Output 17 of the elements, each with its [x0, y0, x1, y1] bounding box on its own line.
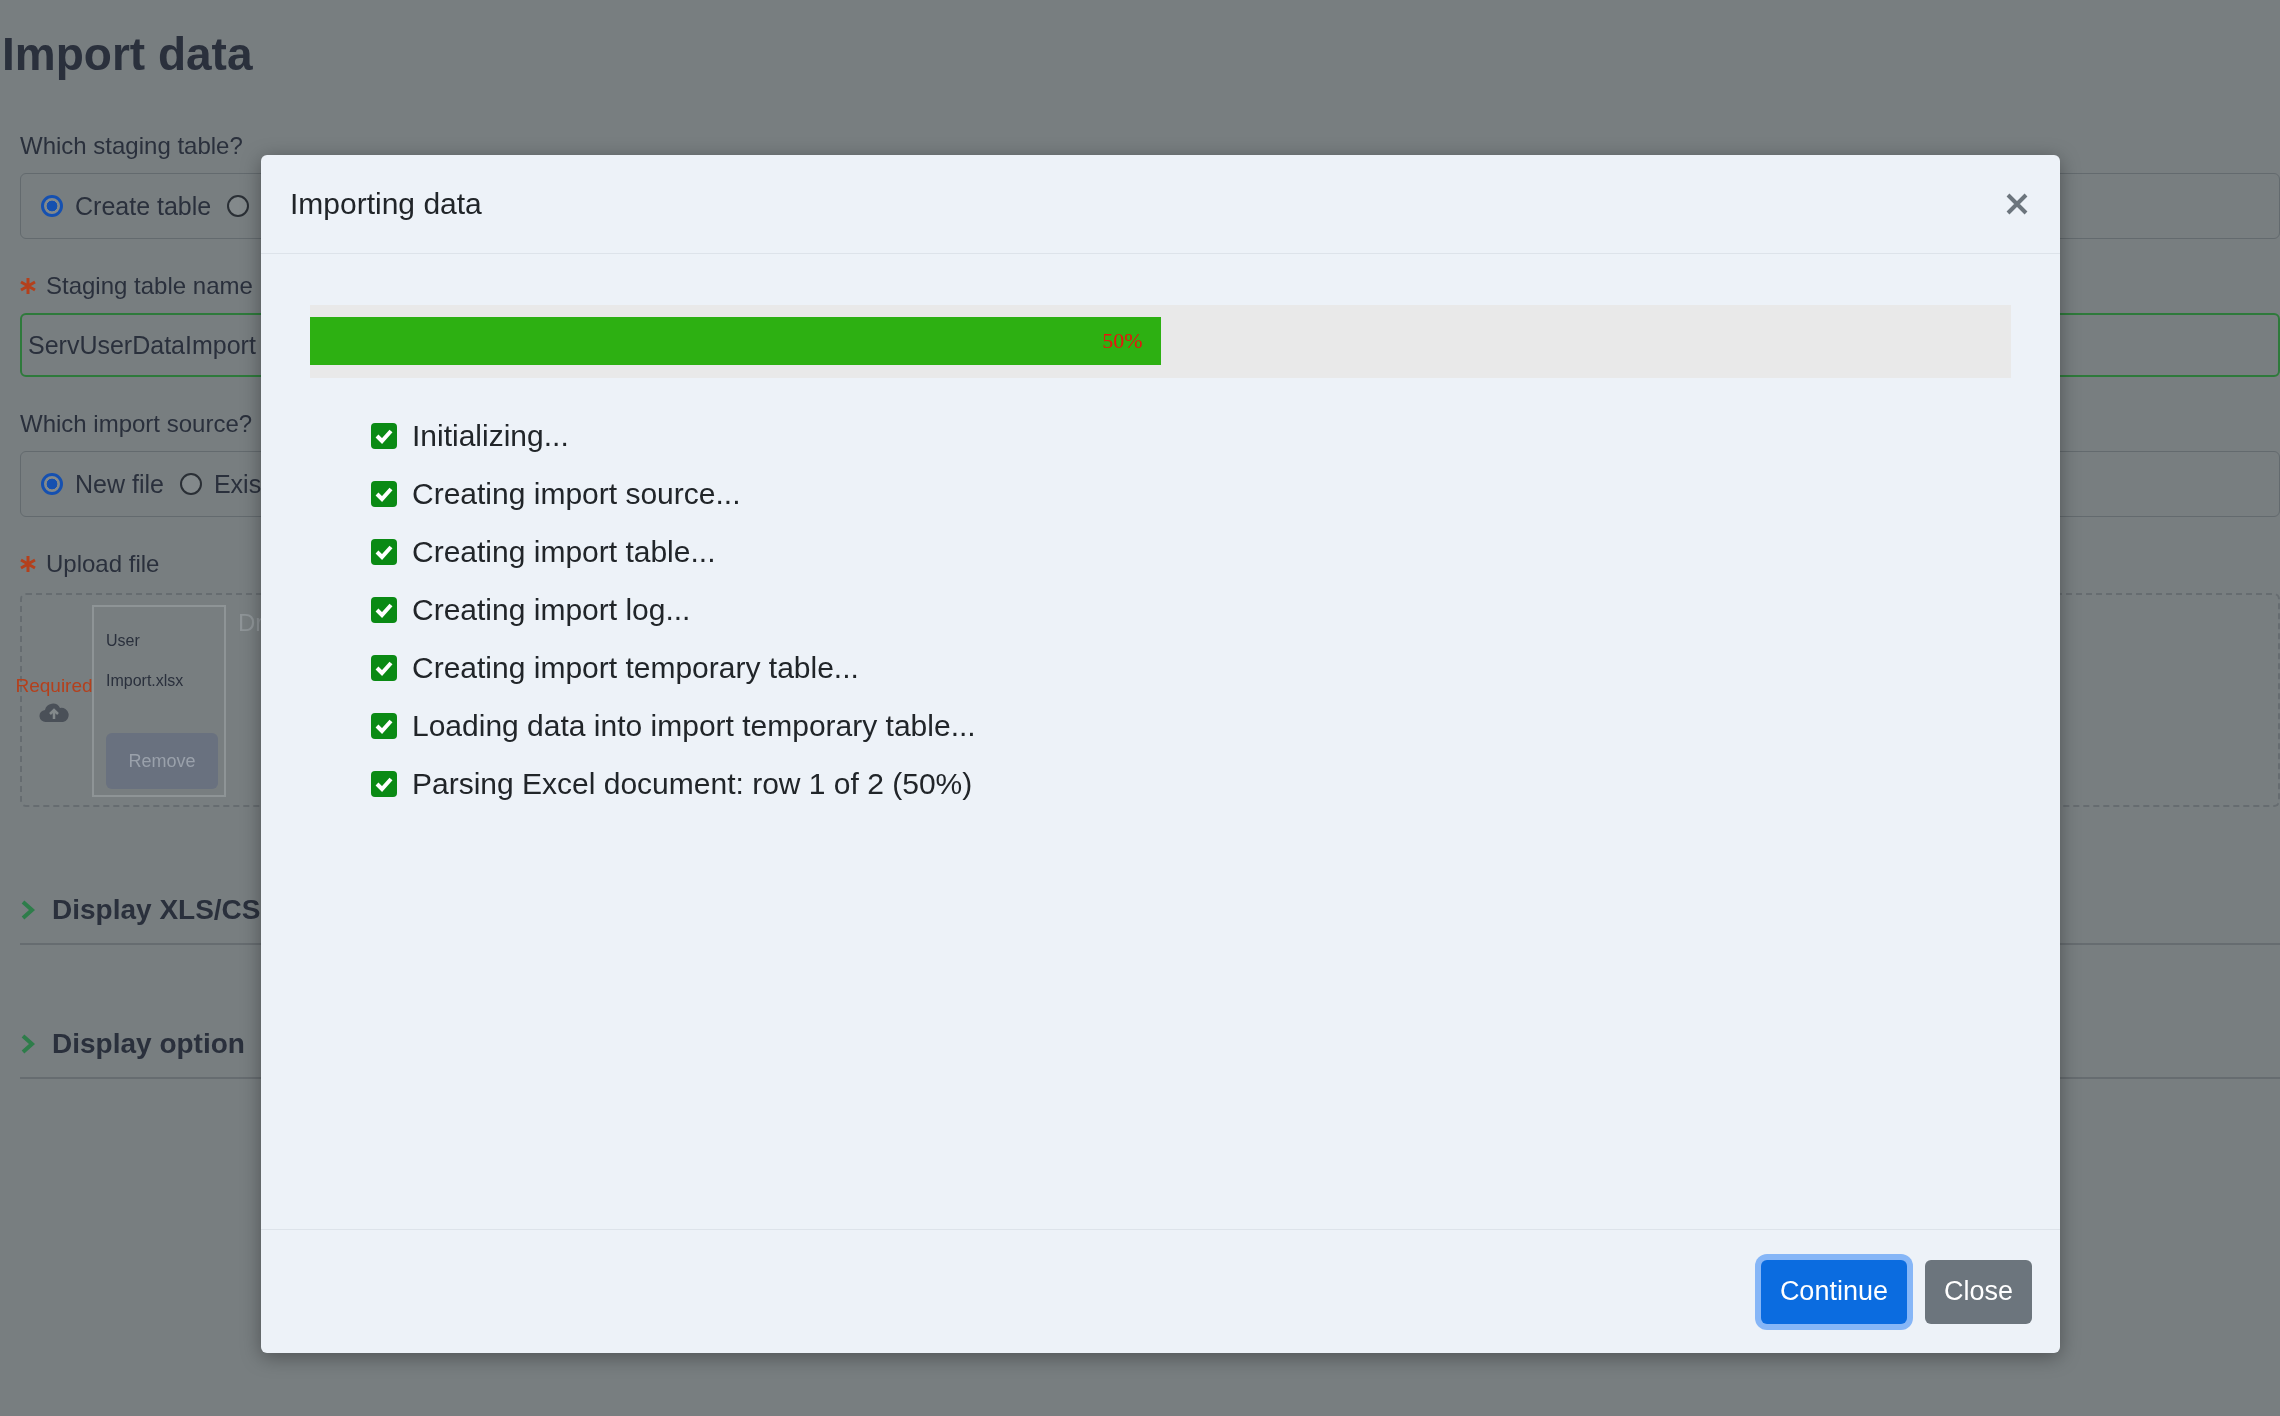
step-text: Creating import source... [412, 477, 741, 511]
step-text: Parsing Excel document: row 1 of 2 (50%) [412, 767, 973, 801]
file-name: Import.xlsx [106, 671, 185, 691]
field-label: Upload file [46, 550, 160, 578]
field-label: Which import source? [20, 410, 253, 438]
field-label: Staging table name [46, 272, 253, 300]
step-text: Creating import table... [412, 535, 716, 569]
step-text: Initializing... [412, 419, 569, 453]
dialog-title: Importing data [290, 187, 482, 221]
page-title: Import data [1, 27, 253, 82]
step-text: Creating import temporary table... [412, 651, 859, 685]
file-name: User [106, 631, 141, 651]
error-text: Required [15, 675, 93, 697]
step-text: Loading data into import temporary table... [412, 709, 976, 743]
step-text: Creating import log... [412, 593, 691, 627]
progress-label: 50% [1102, 328, 1144, 354]
field-label: Which staging table? [20, 132, 243, 160]
